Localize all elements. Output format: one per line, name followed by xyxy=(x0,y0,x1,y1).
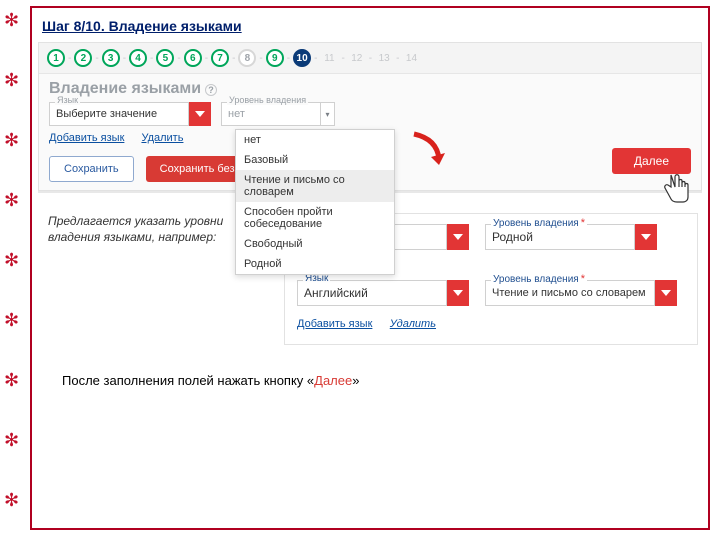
caret-down-icon[interactable] xyxy=(655,280,677,306)
example-level-select-1[interactable]: Уровень владения* Родной xyxy=(485,224,657,250)
caret-down-icon[interactable]: ▾ xyxy=(321,102,335,126)
caret-down-icon[interactable] xyxy=(447,280,469,306)
languages-panel: 1- 2- 3- 4- 5- 6- 7- 8- 9- 10- 11- 12- 1… xyxy=(38,42,702,191)
dropdown-option[interactable]: Способен пройти собеседование xyxy=(236,202,394,234)
step-5[interactable]: 5 xyxy=(156,49,174,67)
language-select[interactable]: Язык Выберите значение xyxy=(49,102,211,126)
level-value: нет xyxy=(221,102,321,126)
step-10[interactable]: 10 xyxy=(293,49,311,67)
delete-link[interactable]: Удалить xyxy=(390,318,436,330)
language-value: Выберите значение xyxy=(49,102,189,126)
cursor-hand-icon xyxy=(659,171,695,207)
dropdown-option[interactable]: Родной xyxy=(236,254,394,274)
dropdown-option[interactable]: Свободный xyxy=(236,234,394,254)
step-3[interactable]: 3 xyxy=(102,49,120,67)
annotation-arrow-icon xyxy=(409,131,449,171)
step-11: 11 xyxy=(320,49,338,67)
step-6[interactable]: 6 xyxy=(184,49,202,67)
caret-down-icon[interactable] xyxy=(635,224,657,250)
step-4[interactable]: 4 xyxy=(129,49,147,67)
step-8[interactable]: 8 xyxy=(238,49,256,67)
decorative-left-strip: ✻ ✻ ✻ ✻ ✻ ✻ ✻ ✻ ✻ xyxy=(0,0,28,540)
save-button[interactable]: Сохранить xyxy=(49,156,134,182)
caret-down-icon[interactable] xyxy=(447,224,469,250)
footer-instruction: После заполнения полей нажать кнопку «Да… xyxy=(38,373,702,388)
example-level-select-2[interactable]: Уровень владения* Чтение и письмо со сло… xyxy=(485,280,677,306)
help-icon[interactable]: ? xyxy=(205,84,217,96)
step-progress: 1- 2- 3- 4- 5- 6- 7- 8- 9- 10- 11- 12- 1… xyxy=(39,43,701,74)
dropdown-option[interactable]: нет xyxy=(236,130,394,150)
section-title: Владение языками? xyxy=(39,74,701,102)
page-frame: Шаг 8/10. Владение языками 1- 2- 3- 4- 5… xyxy=(30,6,710,530)
add-language-link[interactable]: Добавить язык xyxy=(297,318,372,330)
caret-down-icon[interactable] xyxy=(189,102,211,126)
step-14: 14 xyxy=(402,49,420,67)
step-7[interactable]: 7 xyxy=(211,49,229,67)
example-language-select-2[interactable]: Язык Английский xyxy=(297,280,469,306)
step-2[interactable]: 2 xyxy=(74,49,92,67)
dropdown-option[interactable]: Чтение и письмо со словарем xyxy=(236,170,394,202)
instruction-note: Предлагается указать уровни владения язы… xyxy=(38,213,268,345)
level-dropdown: нет Базовый Чтение и письмо со словарем … xyxy=(235,129,395,275)
step-12: 12 xyxy=(348,49,366,67)
step-9[interactable]: 9 xyxy=(266,49,284,67)
page-title: Шаг 8/10. Владение языками xyxy=(42,18,702,34)
step-1[interactable]: 1 xyxy=(47,49,65,67)
level-label: Уровень владения xyxy=(227,95,308,105)
delete-link[interactable]: Удалить xyxy=(141,132,183,144)
step-13: 13 xyxy=(375,49,393,67)
level-select[interactable]: Уровень владения нет ▾ xyxy=(221,102,335,126)
dropdown-option[interactable]: Базовый xyxy=(236,150,394,170)
language-label: Язык xyxy=(55,95,80,105)
add-language-link[interactable]: Добавить язык xyxy=(49,132,124,144)
